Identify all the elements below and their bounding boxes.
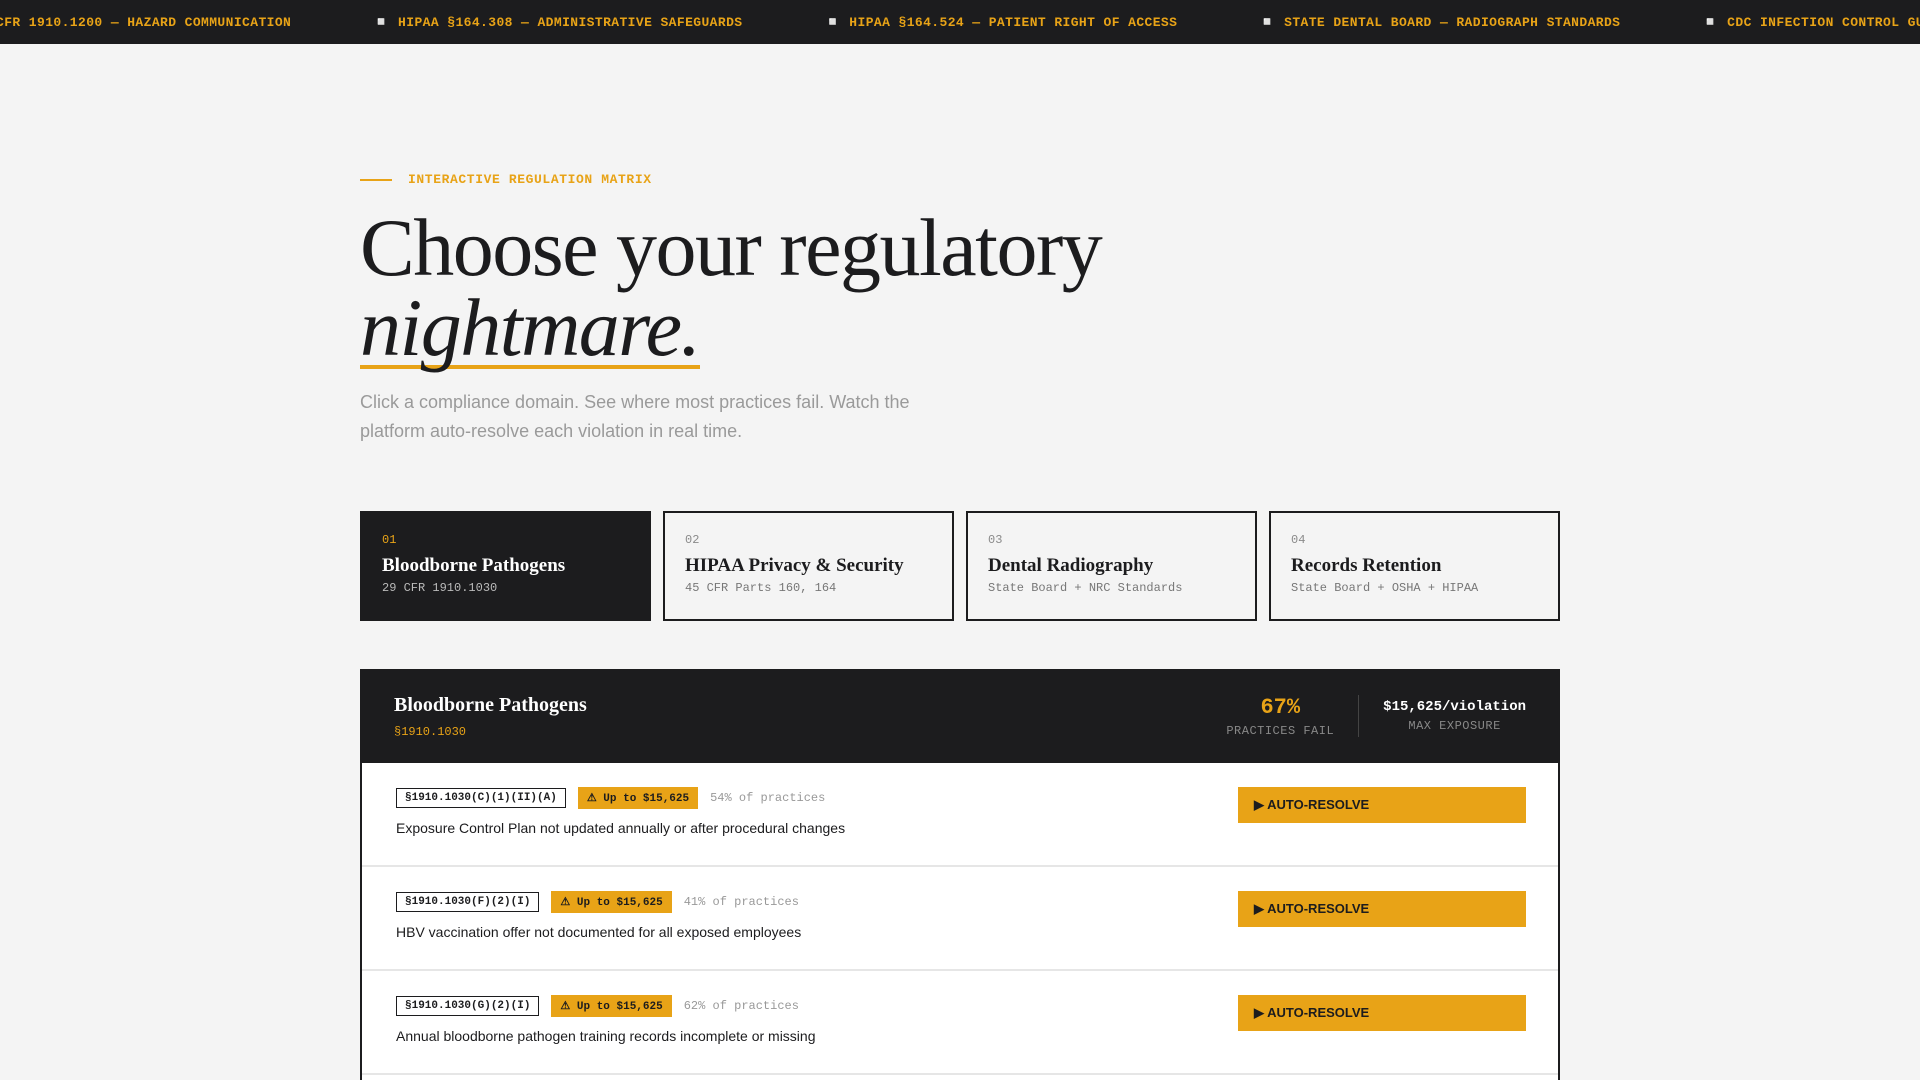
panel-title: Bloodborne Pathogens bbox=[394, 693, 587, 716]
tab-records-retention[interactable]: 04 Records Retention State Board + OSHA … bbox=[1269, 511, 1560, 621]
regulation-ticker: CFR 1910.1200 — HAZARD COMMUNICATION ◽ H… bbox=[0, 0, 1920, 44]
eyebrow: INTERACTIVE REGULATION MATRIX bbox=[360, 172, 652, 187]
auto-resolve-button[interactable]: ▶ AUTO-RESOLVE bbox=[1238, 787, 1526, 823]
panel-header: Bloodborne Pathogens §1910.1030 67% PRAC… bbox=[360, 669, 1560, 763]
tab-label: Bloodborne Pathogens bbox=[382, 555, 566, 576]
domain-tabs: 01 Bloodborne Pathogens 29 CFR 1910.1030… bbox=[360, 511, 1560, 621]
eyebrow-rule bbox=[360, 178, 392, 181]
headline-line-2: nightmare. bbox=[360, 282, 1101, 373]
violation-row: §1910.1030(G)(2)(I) ⚠ Up to $15,625 62% … bbox=[362, 971, 1558, 1075]
failure-percent: 41% of practices bbox=[683, 895, 799, 909]
fine-badge: ⚠ Up to $15,625 bbox=[551, 891, 672, 913]
fine-badge: ⚠ Up to $15,625 bbox=[551, 995, 672, 1017]
tab-hipaa-privacy-security[interactable]: 02 HIPAA Privacy & Security 45 CFR Parts… bbox=[663, 511, 954, 621]
ticker-track: CFR 1910.1200 — HAZARD COMMUNICATION ◽ H… bbox=[0, 0, 1920, 44]
exposure-stat: $15,625/violation MAX EXPOSURE bbox=[1359, 699, 1526, 733]
ticker-item: ◽ CDC INFECTION CONTROL GU bbox=[1702, 14, 1920, 30]
panel-stats: 67% PRACTICES FAIL $15,625/violation MAX… bbox=[1202, 695, 1526, 738]
tab-label: Dental Radiography bbox=[988, 555, 1154, 576]
tab-citation: State Board + OSHA + HIPAA bbox=[1291, 581, 1479, 595]
exposure-label: MAX EXPOSURE bbox=[1408, 719, 1501, 733]
headline-emphasis: nightmare. bbox=[360, 282, 701, 373]
panel-title-group: Bloodborne Pathogens §1910.1030 bbox=[394, 694, 587, 739]
fine-badge: ⚠ Up to $15,625 bbox=[577, 787, 699, 809]
tab-label: Records Retention bbox=[1291, 555, 1442, 576]
ticker-item: ◽ STATE DENTAL BOARD — RADIOGRAPH STANDA… bbox=[1259, 14, 1621, 30]
fail-rate-label: PRACTICES FAIL bbox=[1226, 723, 1335, 738]
tab-citation: 45 CFR Parts 160, 164 bbox=[685, 581, 837, 595]
tab-number: 01 bbox=[382, 533, 397, 547]
fail-rate-value: 67% bbox=[1260, 694, 1301, 720]
auto-resolve-button[interactable]: ▶ AUTO-RESOLVE bbox=[1238, 891, 1526, 927]
failure-percent: 62% of practices bbox=[683, 999, 799, 1013]
regulation-code: §1910.1030(G)(2)(I) bbox=[396, 996, 540, 1016]
tab-number: 03 bbox=[988, 533, 1003, 547]
auto-resolve-button[interactable]: ▶ AUTO-RESOLVE bbox=[1238, 995, 1526, 1031]
tab-bloodborne-pathogens[interactable]: 01 Bloodborne Pathogens 29 CFR 1910.1030 bbox=[360, 511, 651, 621]
eyebrow-text: INTERACTIVE REGULATION MATRIX bbox=[408, 172, 652, 187]
headline-line-1: Choose your regulatory bbox=[360, 202, 1103, 293]
tab-label: HIPAA Privacy & Security bbox=[685, 555, 904, 576]
ticker-item: CFR 1910.1200 — HAZARD COMMUNICATION bbox=[0, 14, 292, 30]
fail-rate-stat: 67% PRACTICES FAIL bbox=[1202, 695, 1358, 738]
violation-row: §1910.1030(C)(1)(II)(A) ⚠ Up to $15,625 … bbox=[362, 763, 1558, 867]
tab-dental-radiography[interactable]: 03 Dental Radiography State Board + NRC … bbox=[966, 511, 1257, 621]
regulation-code: §1910.1030(C)(1)(II)(A) bbox=[396, 788, 566, 808]
failure-percent: 54% of practices bbox=[710, 791, 826, 805]
ticker-item: ◽ HIPAA §164.308 — ADMINISTRATIVE SAFEGU… bbox=[373, 14, 743, 30]
tab-number: 04 bbox=[1291, 533, 1306, 547]
violations-panel: Bloodborne Pathogens §1910.1030 67% PRAC… bbox=[360, 669, 1560, 1080]
tab-citation: State Board + NRC Standards bbox=[988, 581, 1183, 595]
exposure-value: $15,625/violation bbox=[1383, 699, 1526, 715]
violation-row: §1910.1030(F)(2)(I) ⚠ Up to $15,625 41% … bbox=[362, 867, 1558, 971]
tab-citation: 29 CFR 1910.1030 bbox=[382, 581, 498, 595]
tab-number: 02 bbox=[685, 533, 700, 547]
regulation-code: §1910.1030(F)(2)(I) bbox=[396, 892, 540, 912]
panel-citation: §1910.1030 bbox=[394, 724, 467, 739]
page-title: Choose your regulatory nightmare. bbox=[360, 207, 1103, 373]
ticker-item: ◽ HIPAA §164.524 — PATIENT RIGHT OF ACCE… bbox=[824, 14, 1178, 30]
page-subtitle: Click a compliance domain. See where mos… bbox=[360, 392, 910, 441]
